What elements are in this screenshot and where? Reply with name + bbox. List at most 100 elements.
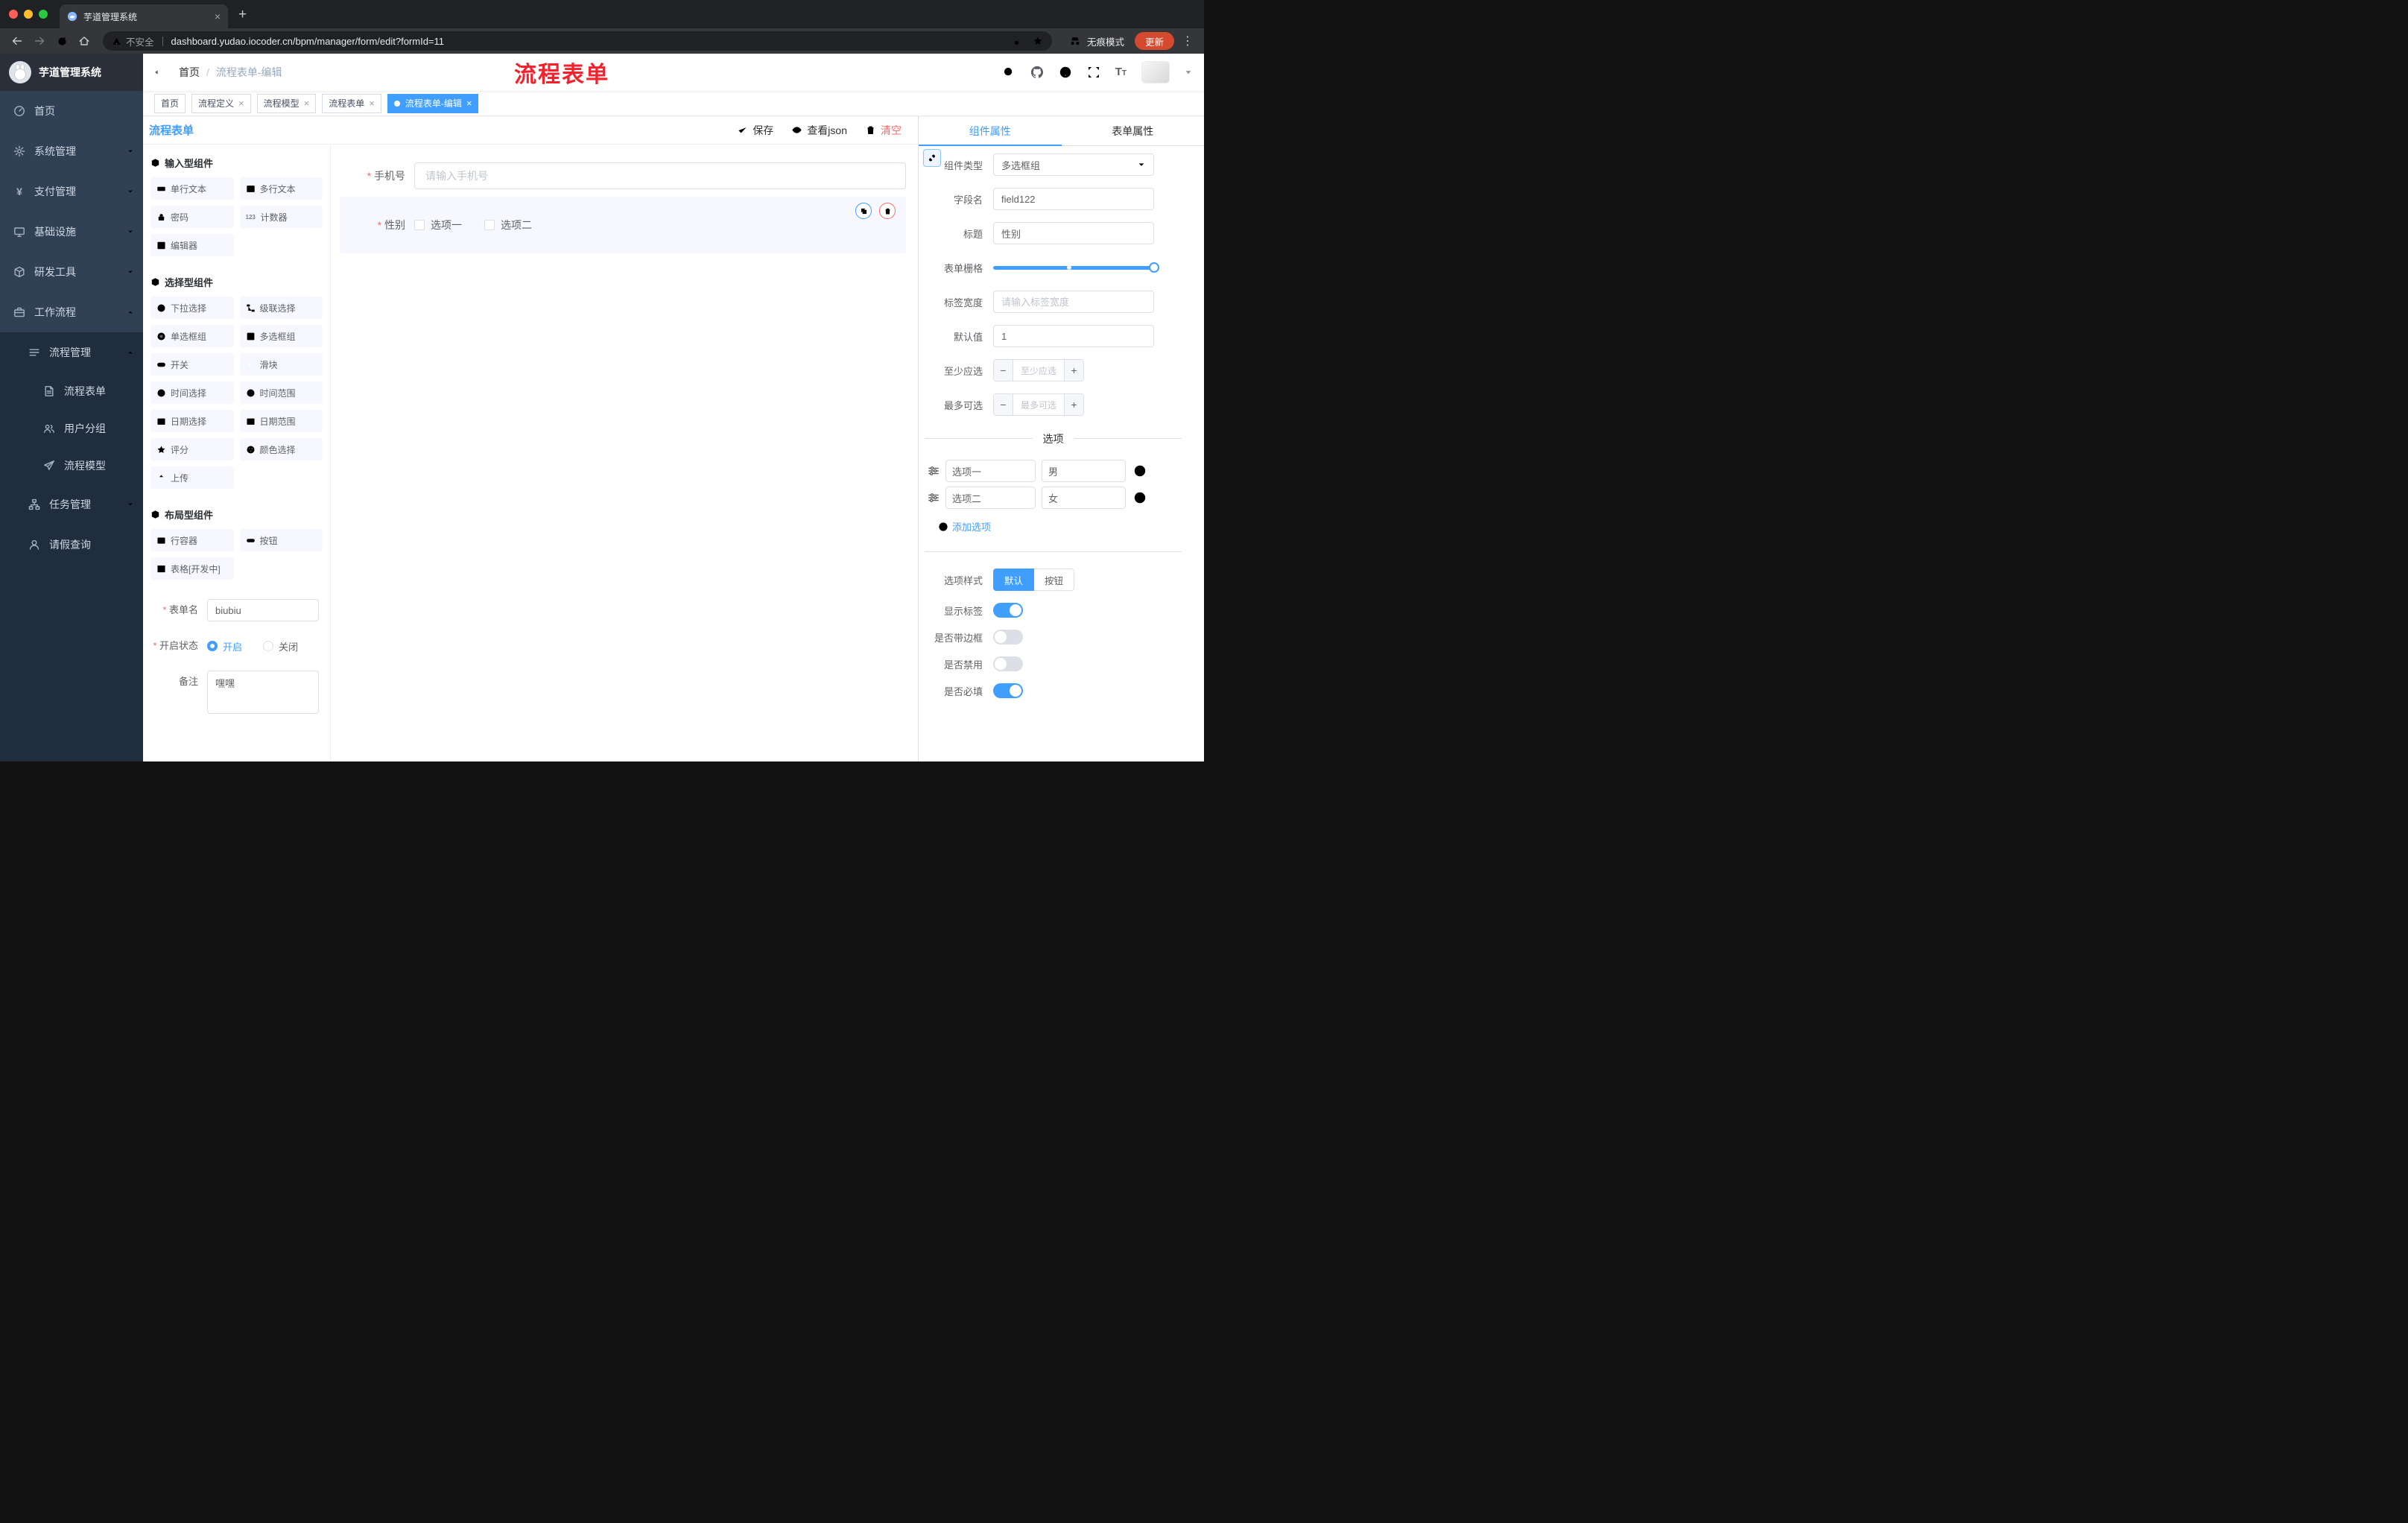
palette-item-rate[interactable]: 评分 [150,438,234,460]
view-json-button[interactable]: 查看json [791,123,847,138]
sidebar-item-home[interactable]: 首页 [0,91,143,131]
required-switch[interactable] [993,683,1023,698]
address-bar[interactable]: 不安全 dashboard.yudao.iocoder.cn/bpm/manag… [103,31,1052,51]
max-select-value[interactable]: 最多可选 [1013,394,1064,415]
copy-widget-button[interactable] [855,203,872,219]
option-label-input[interactable] [945,487,1036,509]
github-icon[interactable] [1030,66,1044,79]
bookmark-star-icon[interactable] [1033,36,1043,46]
sidebar-item-workflow[interactable]: 工作流程 [0,292,143,332]
checkbox-box[interactable] [414,220,425,230]
plus-button[interactable]: + [1064,394,1083,415]
drag-handle-icon[interactable] [928,492,940,504]
radio-closed[interactable]: 关闭 [263,639,298,653]
font-size-icon[interactable]: TT [1115,66,1127,79]
option-value-input[interactable] [1042,487,1126,509]
tag-home[interactable]: 首页 [154,93,186,113]
window-minimize-button[interactable] [24,10,33,19]
phone-input[interactable] [414,162,906,189]
field-name-input[interactable] [993,188,1154,210]
reload-icon[interactable] [52,31,72,51]
form-name-input[interactable] [207,599,319,621]
browser-tab[interactable]: 芋道管理系统 × [60,4,228,28]
collapse-sidebar-icon[interactable] [153,66,167,79]
logo[interactable]: 芋道管理系统 [0,54,143,91]
minus-button[interactable]: − [994,360,1013,381]
palette-item-editor[interactable]: 编辑器 [150,234,234,256]
remove-option-icon[interactable] [1133,464,1147,478]
update-button[interactable]: 更新 [1134,32,1174,50]
tag-process-model[interactable]: 流程模型 × [256,93,317,113]
palette-item-button[interactable]: 按钮 [239,529,323,551]
sidebar-item-task-mgmt[interactable]: 任务管理 [0,484,143,525]
checkbox-option-1[interactable]: 选项一 [414,218,462,232]
show-label-switch[interactable] [993,603,1023,618]
back-icon[interactable] [7,31,27,51]
sidebar-item-system[interactable]: 系统管理 [0,131,143,171]
checkbox-box[interactable] [484,220,495,230]
style-default-button[interactable]: 默认 [993,569,1035,591]
key-icon[interactable] [1013,36,1024,46]
sidebar-item-user-group[interactable]: 用户分组 [0,410,143,447]
clear-button[interactable]: 清空 [865,123,902,138]
component-type-select[interactable]: 多选框组 [993,153,1154,176]
add-option-button[interactable]: 添加选项 [938,519,1192,533]
tab-close-icon[interactable]: × [215,10,221,22]
sidebar-item-infra[interactable]: 基础设施 [0,212,143,252]
fullscreen-icon[interactable] [1087,66,1100,79]
plus-button[interactable]: + [1064,360,1083,381]
sidebar-item-payment[interactable]: ¥ 支付管理 [0,171,143,212]
palette-item-date-picker[interactable]: 日期选择 [150,410,234,432]
palette-item-checkbox-group[interactable]: 多选框组 [239,325,323,347]
tab-form-props[interactable]: 表单属性 [1062,116,1205,145]
tag-process-form[interactable]: 流程表单 × [322,93,381,113]
slider-handle[interactable] [1149,262,1159,273]
sidebar-item-process-form[interactable]: 流程表单 [0,373,143,410]
help-icon[interactable] [1059,66,1072,79]
new-tab-button[interactable]: + [238,7,247,22]
palette-item-time-picker[interactable]: 时间选择 [150,381,234,404]
window-close-button[interactable] [9,10,18,19]
palette-item-password[interactable]: 密码 [150,206,234,228]
default-value-input[interactable] [993,325,1154,347]
window-zoom-button[interactable] [39,10,48,19]
save-button[interactable]: 保存 [737,123,773,138]
disabled-switch[interactable] [993,656,1023,671]
delete-widget-button[interactable] [879,203,896,219]
close-icon[interactable]: × [369,98,375,109]
palette-item-radio-group[interactable]: 单选框组 [150,325,234,347]
link-button[interactable] [923,149,941,167]
palette-item-single-text[interactable]: 单行文本 [150,177,234,200]
close-icon[interactable]: × [238,98,244,109]
remove-option-icon[interactable] [1133,491,1147,504]
gender-widget-selected[interactable]: 性别 选项一 选项二 [340,197,906,253]
tab-component-props[interactable]: 组件属性 [919,116,1062,146]
tag-process-definition[interactable]: 流程定义 × [191,93,251,113]
palette-item-date-range[interactable]: 日期范围 [239,410,323,432]
palette-item-table[interactable]: 表格[开发中] [150,557,234,580]
palette-item-switch[interactable]: 开关 [150,353,234,376]
phone-field[interactable]: 手机号 [340,162,906,189]
palette-item-color-picker[interactable]: 颜色选择 [239,438,323,460]
option-label-input[interactable] [945,460,1036,482]
tag-process-form-edit[interactable]: 流程表单-编辑 × [387,93,479,113]
sidebar-item-process-mgmt[interactable]: 流程管理 [0,332,143,373]
home-icon[interactable] [75,31,94,51]
close-icon[interactable]: × [304,98,310,109]
forward-icon[interactable] [30,31,49,51]
browser-menu-icon[interactable]: ⋮ [1177,34,1198,48]
palette-item-slider[interactable]: 滑块 [239,353,323,376]
slider-track[interactable] [993,262,1159,273]
palette-item-upload[interactable]: 上传 [150,466,234,489]
palette-item-counter[interactable]: 123 计数器 [239,206,323,228]
sidebar-item-process-model[interactable]: 流程模型 [0,447,143,484]
avatar-caret-icon[interactable] [1185,69,1192,76]
sidebar-item-leave-query[interactable]: 请假查询 [0,525,143,565]
minus-button[interactable]: − [994,394,1013,415]
min-select-value[interactable]: 至少应选 [1013,360,1064,381]
label-width-input[interactable] [993,291,1154,313]
radio-open[interactable]: 开启 [207,639,242,653]
grid-slider[interactable] [993,256,1159,279]
close-icon[interactable]: × [466,98,472,109]
form-remark-input[interactable]: 嘿嘿 [207,671,319,714]
